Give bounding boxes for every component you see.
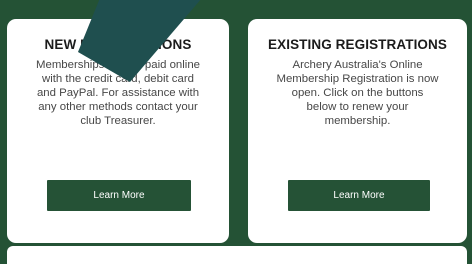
- existing-registrations-line-4: below to renew your: [306, 101, 409, 113]
- new-registrations-line-4: any other methods contact your: [38, 101, 198, 113]
- existing-registrations-line-1: Archery Australia's Online: [292, 59, 423, 71]
- arrow-icon: [78, 0, 201, 82]
- new-registrations-line-5: club Treasurer.: [80, 115, 156, 127]
- existing-registrations-title: EXISTING REGISTRATIONS: [268, 37, 447, 52]
- existing-registrations-line-2: Membership Registration is now: [276, 73, 439, 85]
- next-card-edge: [7, 246, 467, 264]
- new-registrations-line-3: and PayPal. For assistance with: [36, 87, 200, 99]
- existing-registrations-line-5: membership.: [324, 115, 391, 127]
- existing-registrations-learn-more-button[interactable]: Learn More: [288, 180, 430, 211]
- existing-registrations-line-3: open. Click on the buttons: [291, 87, 424, 99]
- existing-registrations-text: Archery Australia's Online Membership Re…: [258, 58, 457, 128]
- existing-registrations-card: EXISTING REGISTRATIONS Archery Australia…: [248, 19, 467, 243]
- new-registrations-learn-more-button[interactable]: Learn More: [47, 180, 191, 211]
